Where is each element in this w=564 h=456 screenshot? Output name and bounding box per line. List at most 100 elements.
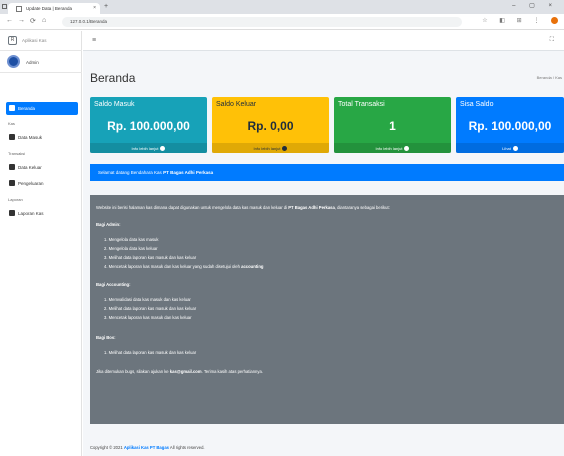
alert-org: PT Bagas Adhi Perkasa bbox=[163, 170, 214, 175]
home-icon bbox=[9, 105, 15, 111]
back-icon[interactable]: ← bbox=[6, 17, 13, 24]
tab-actions-icon[interactable] bbox=[2, 4, 7, 9]
cart-icon bbox=[9, 180, 15, 186]
sidebar-item-label: Pengeluaran bbox=[18, 181, 44, 186]
user-panel[interactable]: Admin bbox=[0, 51, 82, 73]
forward-icon[interactable]: → bbox=[18, 17, 25, 24]
list-item: 1. Melihat data laporan kas masuk dan ka… bbox=[104, 350, 197, 355]
username: Admin bbox=[26, 60, 39, 65]
breadcrumb[interactable]: Beranda / Kas bbox=[537, 75, 562, 80]
box-footer-link[interactable]: Info lebih lanjut bbox=[90, 143, 207, 153]
sidebar: R Aplikasi Kas Admin Beranda Kas Data Ma… bbox=[0, 31, 82, 456]
box-footer-label: Lihat bbox=[502, 146, 511, 151]
sidebar-item-label: Data Keluar bbox=[18, 165, 42, 170]
list-item: 3. Mencetak laporan kas masuk dan kas ke… bbox=[104, 315, 192, 320]
list-item: 1. Mengelola data kas masuk bbox=[104, 237, 159, 242]
role-admin-title: Bagi Admin: bbox=[96, 222, 121, 227]
fullscreen-icon[interactable]: ⛶ bbox=[550, 37, 554, 44]
footer-rights: All rights reserved. bbox=[169, 445, 205, 450]
box-label: Sisa Saldo bbox=[460, 101, 494, 108]
arrow-circle-right-icon bbox=[160, 146, 166, 152]
list-item-text: 4. Mencetak laporan kas masuk dan kas ke… bbox=[104, 264, 240, 269]
profile-icon[interactable] bbox=[551, 17, 558, 24]
box-footer-label: Info lebih lanjut bbox=[131, 146, 159, 151]
box-label: Total Transaksi bbox=[338, 101, 385, 108]
sisa-saldo-box: Sisa Saldo Rp. 100.000,00 Lihat bbox=[456, 97, 564, 153]
top-navbar: ≡ ⛶ bbox=[83, 31, 564, 51]
list-item: 2. Mengelola data kas keluar bbox=[104, 246, 158, 251]
home-icon[interactable]: ⌂ bbox=[42, 17, 46, 24]
reload-icon[interactable]: ⟳ bbox=[30, 17, 36, 25]
chart-icon bbox=[512, 146, 518, 152]
box-footer-link[interactable]: Lihat bbox=[456, 143, 564, 153]
footer-brand-link[interactable]: Aplikasi Kas PT Bagas bbox=[124, 445, 169, 450]
page-footer: Copyright © 2021 Aplikasi Kas PT Bagas A… bbox=[90, 445, 205, 450]
box-footer-link[interactable]: Info lebih lanjut bbox=[334, 143, 451, 153]
arrow-circle-right-icon bbox=[282, 146, 288, 152]
intro-text: Website ini berisi halaman kas dimana da… bbox=[96, 205, 288, 210]
list-item: 2. Melihat data laporan kas masuk dan ka… bbox=[104, 306, 197, 311]
contact-text: Jika ditemukan bugs, silakan ajukan ke bbox=[96, 369, 169, 374]
list-item-bold: accounting bbox=[241, 264, 264, 269]
new-tab-icon[interactable]: + bbox=[104, 3, 108, 10]
box-value: 1 bbox=[389, 119, 396, 133]
sidebar-item-label: Laporan Kas bbox=[18, 211, 44, 216]
intro-org: PT Bagas Adhi Perkasa bbox=[288, 205, 335, 210]
list-item: 4. Mencetak laporan kas masuk dan kas ke… bbox=[104, 264, 263, 269]
box-footer-label: Info lebih lanjut bbox=[375, 146, 403, 151]
browser-tab[interactable]: Update Data | Beranda × bbox=[8, 3, 100, 14]
window-controls[interactable]: – ▢ × bbox=[512, 2, 558, 9]
saldo-keluar-box: Saldo Keluar Rp. 0,00 Info lebih lanjut bbox=[212, 97, 329, 153]
address-bar[interactable]: 127.0.0.1/Beranda bbox=[62, 17, 462, 27]
sidebar-header: Kas bbox=[8, 121, 15, 126]
contact-email[interactable]: kas@gmail.com bbox=[170, 369, 202, 374]
card-intro: Website ini berisi halaman kas dimana da… bbox=[96, 205, 390, 210]
sidebar-item-pengeluaran[interactable]: Pengeluaran bbox=[6, 177, 78, 190]
menu-toggle-icon[interactable]: ≡ bbox=[92, 37, 96, 44]
info-card: Website ini berisi halaman kas dimana da… bbox=[90, 195, 564, 424]
sidebar-item-beranda[interactable]: Beranda bbox=[6, 102, 78, 115]
box-value: Rp. 100.000,00 bbox=[468, 119, 552, 133]
role-accounting-title: Bagi Accounting: bbox=[96, 282, 131, 287]
table-icon bbox=[9, 134, 15, 140]
favicon-icon bbox=[16, 6, 22, 12]
box-value: Rp. 0,00 bbox=[247, 119, 294, 133]
brand-logo-icon: R bbox=[8, 36, 17, 45]
avatar bbox=[7, 55, 20, 68]
brand[interactable]: R Aplikasi Kas bbox=[0, 31, 82, 51]
sidebar-header: Transaksi bbox=[8, 151, 26, 156]
role-bos-title: Bagi Bos: bbox=[96, 335, 116, 340]
browser-toolbar: ← → ⟳ ⌂ 127.0.0.1/Beranda ☆ ◧ ⊞ ⋮ bbox=[0, 14, 564, 30]
sidebar-item-label: Beranda bbox=[18, 106, 36, 111]
browser-tab-bar: Update Data | Beranda × + – ▢ × bbox=[0, 0, 564, 14]
arrow-circle-right-icon bbox=[404, 146, 410, 152]
intro-end: , diantaranya sebagai berikut: bbox=[334, 205, 390, 210]
box-label: Saldo Masuk bbox=[94, 101, 135, 108]
box-footer-link[interactable]: Info lebih lanjut bbox=[212, 143, 329, 153]
main-content: ≡ ⛶ Beranda Beranda / Kas Saldo Masuk Rp… bbox=[83, 31, 564, 456]
saldo-masuk-box: Saldo Masuk Rp. 100.000,00 Info lebih la… bbox=[90, 97, 207, 153]
brand-text: Aplikasi Kas bbox=[22, 38, 47, 43]
tab-title: Update Data | Beranda bbox=[26, 6, 72, 11]
report-icon bbox=[9, 210, 15, 216]
sidebar-item-laporan-kas[interactable]: Laporan Kas bbox=[6, 207, 78, 220]
box-value: Rp. 100.000,00 bbox=[107, 119, 190, 133]
sidebar-item-label: Data Masuk bbox=[18, 135, 43, 140]
sidebar-item-data-keluar[interactable]: Data Keluar bbox=[6, 161, 78, 174]
contact-end: . Terima kasih atas perhatiannya. bbox=[201, 369, 263, 374]
box-footer-label: Info lebih lanjut bbox=[253, 146, 281, 151]
list-item: 3. Melihat data laporan kas masuk dan ka… bbox=[104, 255, 197, 260]
box-label: Saldo Keluar bbox=[216, 101, 257, 108]
alert-text: Selamat datang Bendahara Kas bbox=[98, 170, 162, 175]
sidebar-header: Laporan bbox=[8, 197, 23, 202]
total-transaksi-box: Total Transaksi 1 Info lebih lanjut bbox=[334, 97, 451, 153]
page-title: Beranda bbox=[90, 71, 136, 85]
list-item: 1. Memvalidasi data kas masuk dan kas ke… bbox=[104, 297, 191, 302]
card-contact: Jika ditemukan bugs, silakan ajukan ke k… bbox=[96, 369, 263, 374]
close-tab-icon[interactable]: × bbox=[93, 5, 96, 11]
wallet-icon bbox=[9, 164, 15, 170]
footer-copyright: Copyright © 2021 bbox=[90, 445, 123, 450]
welcome-alert: Selamat datang Bendahara Kas PT Bagas Ad… bbox=[90, 164, 564, 181]
toolbar-icons[interactable]: ☆ ◧ ⊞ ⋮ bbox=[482, 17, 558, 24]
sidebar-item-data-masuk[interactable]: Data Masuk bbox=[6, 131, 78, 144]
